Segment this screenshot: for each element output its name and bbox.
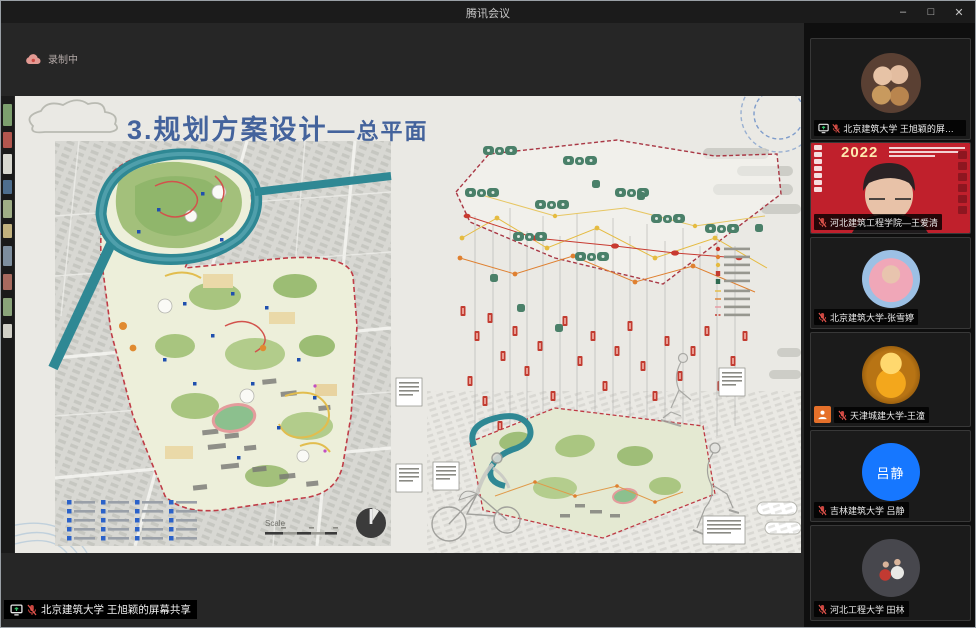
mic-muted-icon [832,123,840,134]
scale-label: Scale [265,519,286,528]
mic-muted-icon [818,217,827,228]
participant-label-bar: 北京建筑大学 王旭颖的屏幕共享 [814,120,966,136]
participant-label-bar: 北京建筑大学-张雪婷 [814,309,918,325]
window-controls: – □ ✕ [889,1,973,23]
slide-title: 3.规划方案设计—总平面 [127,108,429,147]
mic-muted-icon [27,604,37,616]
north-compass-icon [356,508,386,538]
mic-muted-icon [838,410,847,421]
participant-name: 河北建筑工程学院—王爱清 [830,216,938,229]
participant-name: 吉林建筑大学 吕静 [830,504,905,517]
participant-tile-tianlin[interactable]: 河北工程大学 田林 [810,525,971,621]
diagram-legend [715,247,750,316]
maximize-button[interactable]: □ [917,1,945,23]
shared-slide: 3.规划方案设计—总平面 [15,96,801,553]
participant-label-bar: 河北工程大学 田林 [814,601,909,617]
slide-title-main: 3.规划方案设计— [127,115,357,145]
close-button[interactable]: ✕ [945,1,973,23]
minimize-button[interactable]: – [889,1,917,23]
share-banner-label: 北京建筑大学 王旭颖的屏幕共享 [41,602,191,617]
participant-tile-wangtong[interactable]: 天津城建大学-王潼 [810,332,971,427]
slide-title-sub: 总平面 [357,119,429,144]
shared-screen-area: 录制中 3.规划方案设计—总平面 [1,23,804,628]
avatar [862,250,920,308]
screen-share-icon [10,604,23,616]
participant-label-bar: 吉林建筑大学 吕静 [814,502,909,518]
participant-tile-wangxuying[interactable]: 北京建筑大学 王旭颖的屏幕共享 [810,38,971,140]
meeting-window: 腾讯会议 – □ ✕ 录制中 [0,0,976,628]
avatar-initials: 吕静 [862,443,920,501]
participant-name: 河北工程大学 田林 [830,603,905,616]
participant-label-bar: 天津城建大学-王潼 [834,407,929,423]
avatar [861,53,921,113]
participants-sidebar: 北京建筑大学 王旭颖的屏幕共享 2022 [804,23,976,628]
slide-graphic: Scale [15,96,801,553]
screen-share-icon [818,123,829,134]
participant-name: 北京建筑大学 王旭颖的屏幕共享 [843,122,962,135]
share-banner: 北京建筑大学 王旭颖的屏幕共享 [4,600,197,619]
participant-label-bar: 河北建筑工程学院—王爱清 [814,214,942,230]
participant-tile-zhangxueting[interactable]: 北京建筑大学-张雪婷 [810,237,971,329]
participant-tile-lvjing[interactable]: 吕静 吉林建筑大学 吕静 [810,430,971,522]
window-title: 腾讯会议 [466,5,510,21]
mic-muted-icon [818,604,827,615]
member-badge-icon [814,406,831,423]
mic-muted-icon [818,312,827,323]
right-diagram [427,140,801,553]
recording-indicator: 录制中 [25,51,78,66]
left-map: Scale [53,141,422,546]
participant-name: 北京建筑大学-张雪婷 [830,311,914,324]
avatar [862,539,920,597]
avatar [862,346,920,404]
title-bar: 腾讯会议 – □ ✕ [1,1,975,23]
cloud-record-icon [25,53,42,65]
slide-thumbnail-strip [1,96,14,553]
recording-label: 录制中 [48,51,78,66]
participant-name: 天津城建大学-王潼 [850,409,925,422]
participant-tile-wangaiqing[interactable]: 2022 河北建筑工程学院—王爱清 [810,142,971,234]
mic-muted-icon [818,505,827,516]
